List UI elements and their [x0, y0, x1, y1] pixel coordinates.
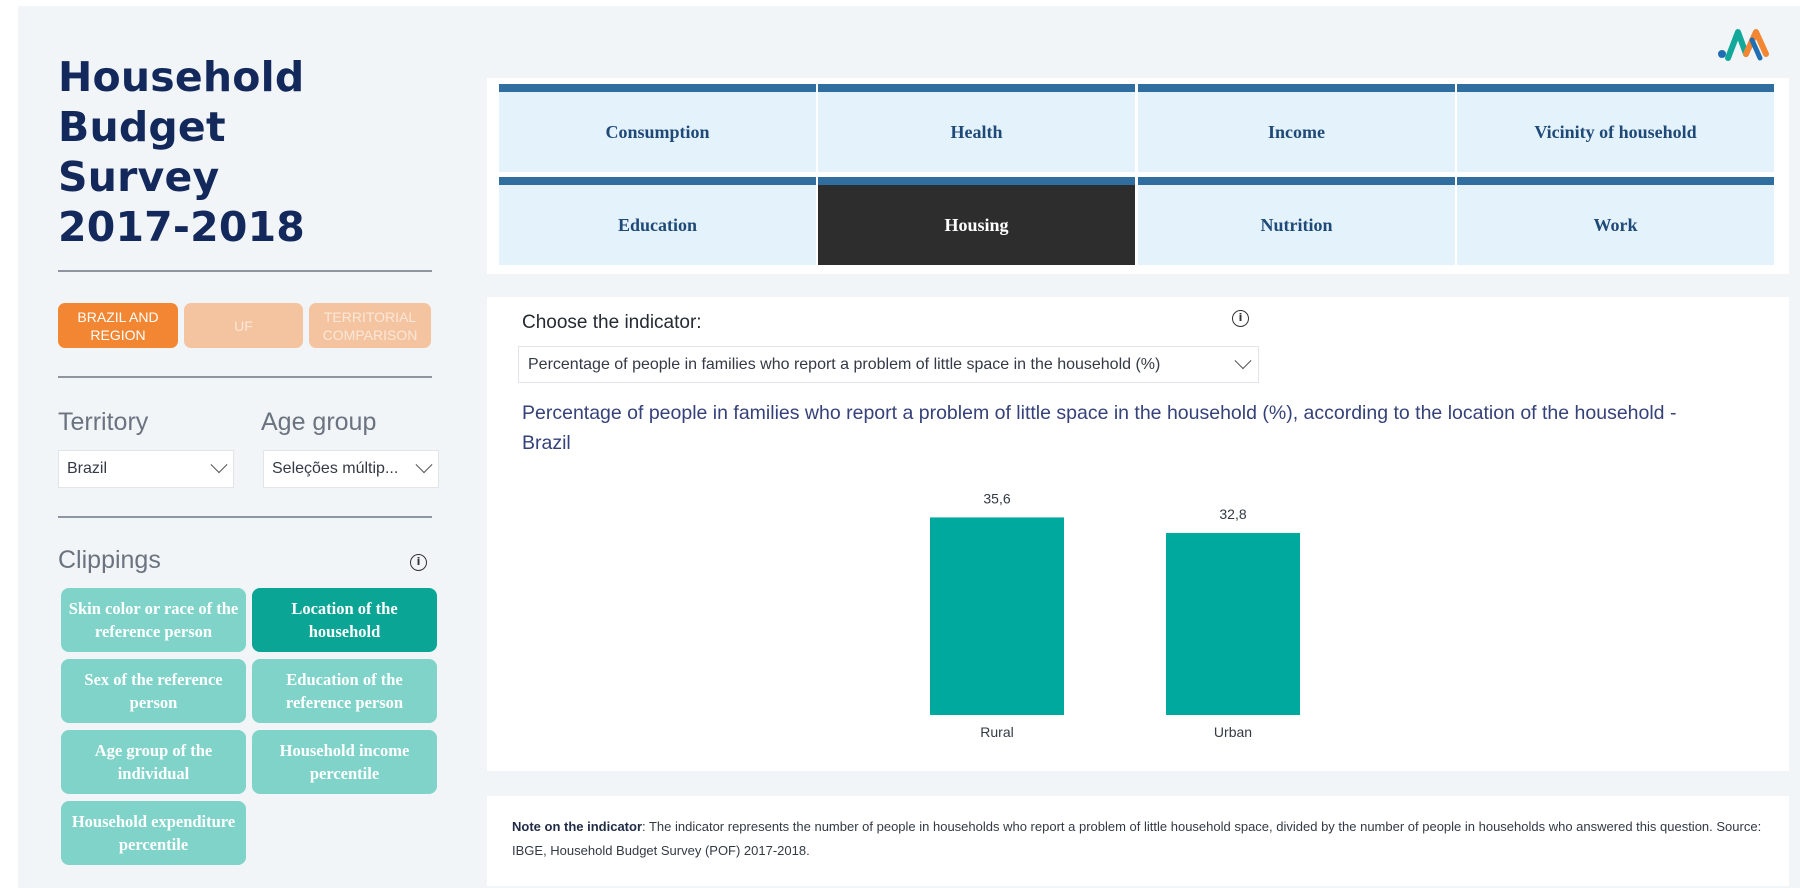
x-tick-label: Rural — [980, 724, 1013, 740]
territory-dropdown[interactable]: Brazil — [58, 450, 234, 488]
info-icon[interactable]: i — [410, 554, 427, 571]
scope-button-territorial-comparison[interactable]: TERRITORIAL COMPARISON — [309, 303, 431, 348]
scope-button-brazil-region[interactable]: BRAZIL AND REGION — [58, 303, 178, 348]
tab-nutrition[interactable]: Nutrition — [1138, 177, 1455, 265]
indicator-value: Percentage of people in families who rep… — [528, 355, 1161, 373]
clipping-skin-color[interactable]: Skin color or race of the reference pers… — [61, 588, 246, 652]
data-label: 32,8 — [1219, 506, 1246, 522]
scope-button-label: BRAZIL AND REGION — [77, 308, 159, 343]
chevron-down-icon — [415, 456, 433, 474]
data-label: 35,6 — [983, 490, 1010, 506]
tab-work[interactable]: Work — [1457, 177, 1774, 265]
territory-value: Brazil — [67, 460, 108, 477]
tab-label: Consumption — [605, 121, 710, 142]
tab-housing[interactable]: Housing — [818, 177, 1135, 265]
tab-label: Housing — [944, 214, 1009, 235]
info-icon[interactable]: i — [1232, 310, 1249, 327]
tab-label: Work — [1593, 214, 1638, 235]
clipping-label: Skin color or race of the reference pers… — [68, 599, 239, 641]
brand-logo — [1718, 29, 1769, 61]
indicator-note: Note on the indicator: The indicator rep… — [512, 815, 1762, 863]
divider — [58, 270, 432, 272]
clippings-title: Clippings — [58, 546, 161, 574]
territory-label: Territory — [58, 408, 149, 436]
tab-label: Nutrition — [1260, 214, 1333, 235]
chevron-down-icon — [210, 456, 228, 474]
clipping-label: Household expenditure percentile — [71, 812, 236, 854]
page-title-line: Survey — [58, 153, 220, 201]
clipping-location[interactable]: Location of the household — [252, 588, 437, 652]
bar-rural[interactable] — [930, 517, 1064, 715]
clipping-label: Sex of the reference person — [84, 670, 223, 712]
clipping-education[interactable]: Education of the reference person — [252, 659, 437, 723]
age-group-value: Seleções múltip... — [272, 460, 399, 477]
indicator-dropdown[interactable]: Percentage of people in families who rep… — [518, 346, 1259, 383]
age-group-label: Age group — [261, 408, 377, 436]
tab-label: Income — [1268, 121, 1325, 142]
page-title-line: 2017-2018 — [58, 203, 306, 251]
tab-income[interactable]: Income — [1138, 84, 1455, 172]
scope-button-uf[interactable]: UF — [184, 303, 303, 348]
clipping-label: Education of the reference person — [285, 670, 404, 712]
tab-label: Education — [617, 214, 698, 235]
divider — [58, 376, 432, 378]
clipping-label: Age group of the individual — [94, 741, 213, 783]
clipping-label: Location of the household — [291, 599, 398, 641]
page-title-line: Budget — [58, 103, 226, 151]
tab-health[interactable]: Health — [818, 84, 1135, 172]
bar-chart: 35,6 Rural 32,8 Urban — [930, 490, 1300, 740]
scope-button-label: UF — [234, 317, 253, 334]
note-label: Note on the indicator — [512, 819, 642, 834]
x-tick-label: Urban — [1214, 724, 1252, 740]
chart-title: Percentage of people in families who rep… — [522, 402, 1677, 454]
clipping-age-group[interactable]: Age group of the individual — [61, 730, 246, 794]
page-title-line: Household — [58, 53, 305, 101]
tab-vicinity[interactable]: Vicinity of household — [1457, 84, 1774, 172]
divider — [58, 516, 432, 518]
tab-education[interactable]: Education — [499, 177, 816, 265]
tab-label: Vicinity of household — [1534, 121, 1697, 142]
clipping-sex[interactable]: Sex of the reference person — [61, 659, 246, 723]
clipping-income-percentile[interactable]: Household income percentile — [252, 730, 437, 794]
chevron-down-icon — [1234, 351, 1252, 369]
page-title: Household Budget Survey 2017-2018 — [58, 52, 418, 252]
indicator-label: Choose the indicator: — [522, 312, 702, 333]
note-text: : The indicator represents the number of… — [512, 819, 1762, 858]
clipping-label: Household income percentile — [279, 741, 410, 783]
age-group-dropdown[interactable]: Seleções múltip... — [263, 450, 439, 488]
bar-urban[interactable] — [1166, 532, 1300, 715]
tab-label: Health — [950, 121, 1003, 142]
tab-consumption[interactable]: Consumption — [499, 84, 816, 172]
scope-button-label: TERRITORIAL COMPARISON — [322, 308, 418, 343]
clipping-expenditure-percentile[interactable]: Household expenditure percentile — [61, 801, 246, 865]
